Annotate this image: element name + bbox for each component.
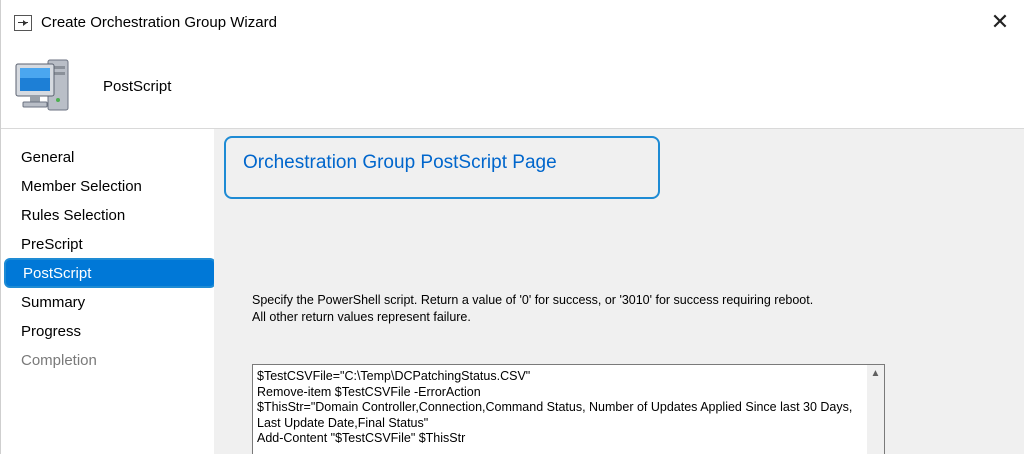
script-textarea[interactable]: $TestCSVFile="C:\Temp\DCPatchingStatus.C… bbox=[252, 364, 885, 454]
computer-icon bbox=[15, 59, 69, 111]
nav-item-prescript[interactable]: PreScript bbox=[21, 236, 83, 253]
nav-item-summary[interactable]: Summary bbox=[21, 294, 85, 311]
script-scrollbar[interactable]: ▲ bbox=[867, 365, 884, 454]
instruction-line-1: Specify the PowerShell script. Return a … bbox=[252, 293, 814, 307]
nav-item-member-selection[interactable]: Member Selection bbox=[21, 178, 142, 195]
wizard-content: Orchestration Group PostScript Page Spec… bbox=[214, 129, 1024, 454]
nav-item-general[interactable]: General bbox=[21, 149, 74, 166]
wizard-nav: General Member Selection Rules Selection… bbox=[1, 129, 216, 454]
close-button[interactable]: ✕ bbox=[986, 8, 1014, 36]
instruction-text: Specify the PowerShell script. Return a … bbox=[252, 292, 952, 326]
script-content[interactable]: $TestCSVFile="C:\Temp\DCPatchingStatus.C… bbox=[257, 369, 862, 447]
wizard-app-icon bbox=[14, 15, 32, 31]
instruction-line-2: All other return values represent failur… bbox=[252, 310, 471, 324]
nav-item-postscript[interactable]: PostScript bbox=[4, 258, 216, 288]
page-heading-box: Orchestration Group PostScript Page bbox=[224, 136, 660, 199]
page-heading: Orchestration Group PostScript Page bbox=[243, 152, 557, 173]
nav-item-completion: Completion bbox=[21, 352, 97, 369]
wizard-header: PostScript bbox=[1, 46, 1024, 128]
nav-item-progress[interactable]: Progress bbox=[21, 323, 81, 340]
window-title: Create Orchestration Group Wizard bbox=[41, 14, 277, 31]
header-title: PostScript bbox=[103, 78, 172, 95]
wizard-window: Create Orchestration Group Wizard ✕ Post… bbox=[0, 0, 1024, 454]
scroll-up-arrow-icon[interactable]: ▲ bbox=[867, 365, 884, 382]
title-bar: Create Orchestration Group Wizard ✕ bbox=[1, 0, 1024, 46]
nav-item-rules-selection[interactable]: Rules Selection bbox=[21, 207, 125, 224]
